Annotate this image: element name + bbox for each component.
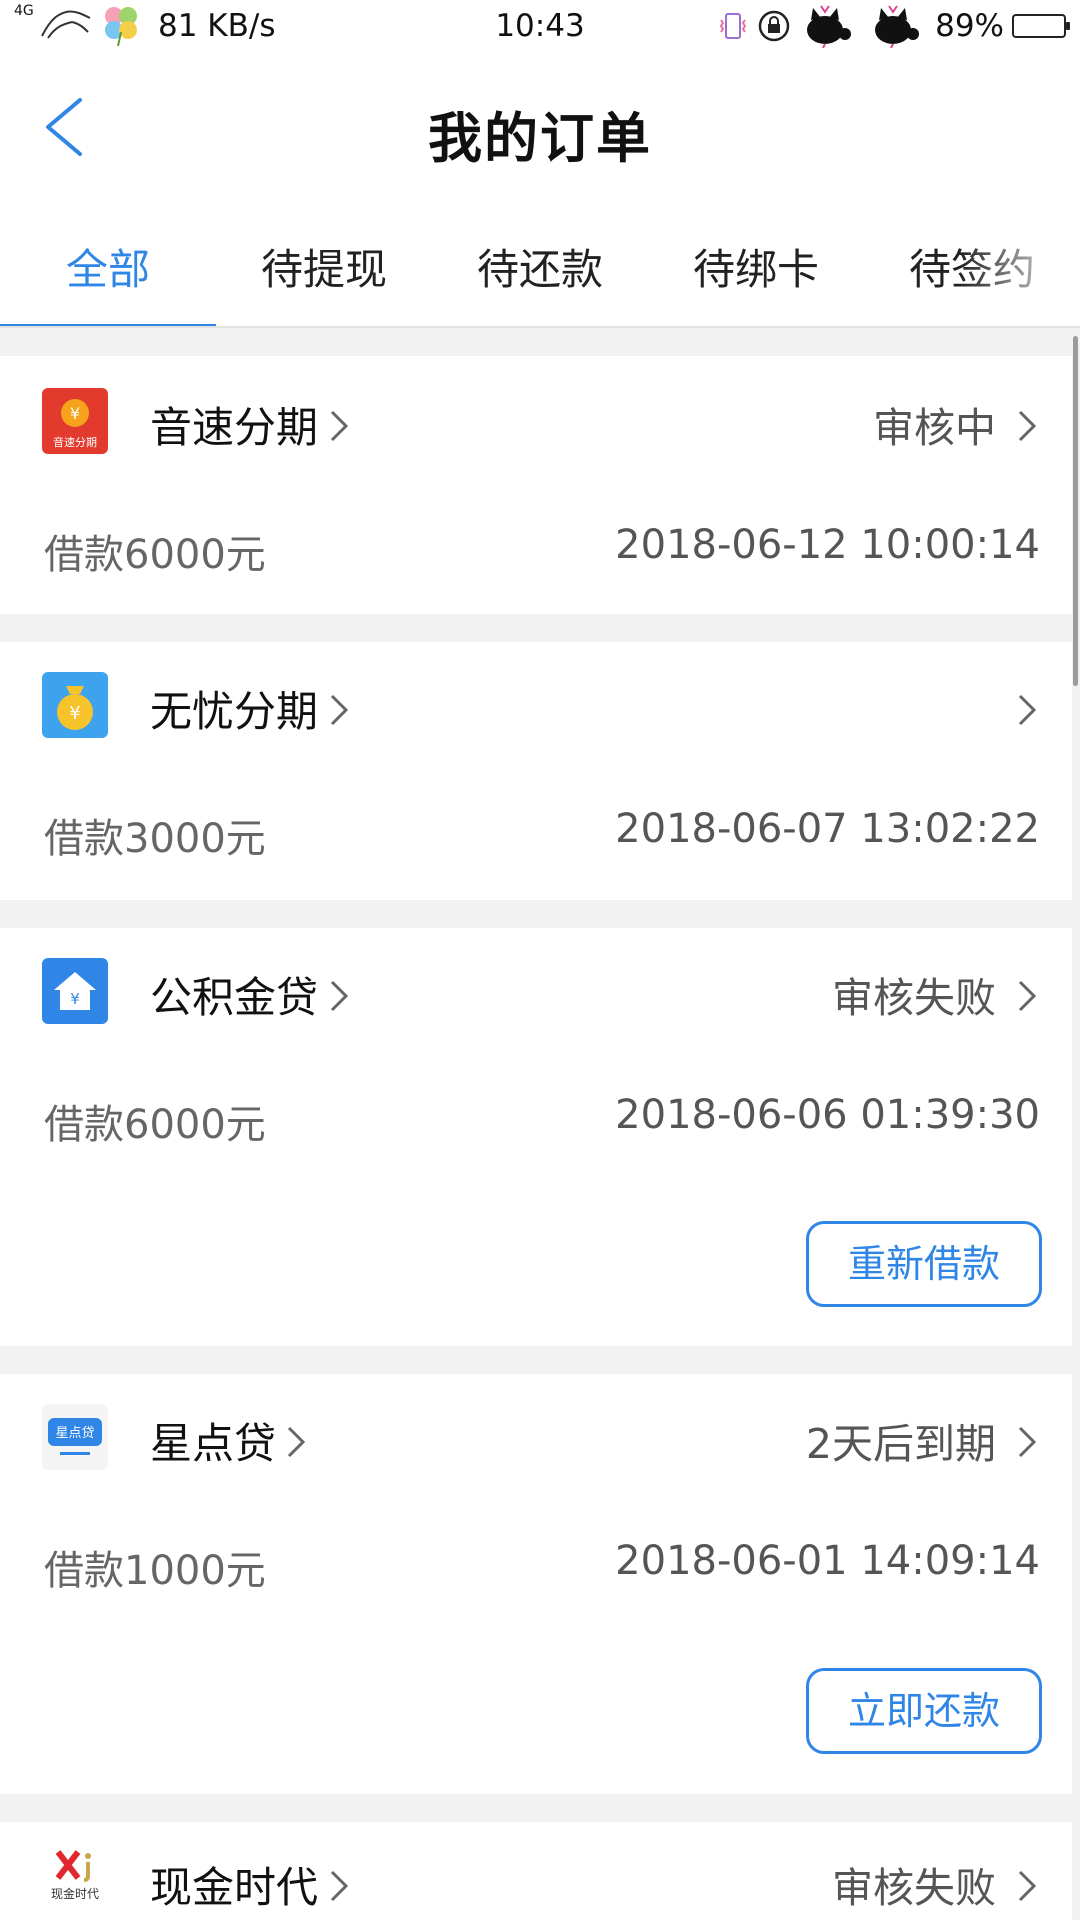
status-icons: 89% bbox=[717, 5, 1070, 48]
yinsu-logo-icon: ¥ 音速分期 bbox=[53, 399, 97, 449]
order-date: 2018-06-12 10:00:14 bbox=[615, 522, 1040, 568]
order-date: 2018-06-06 01:39:30 bbox=[615, 1092, 1040, 1138]
order-app-name: 星点贷 bbox=[150, 1419, 277, 1468]
chevron-right-icon bbox=[330, 980, 349, 1012]
page-title: 我的订单 bbox=[428, 107, 652, 170]
order-amount: 借款1000元 bbox=[44, 1548, 266, 1594]
order-card[interactable]: 星点贷 星点贷 2天后到期 借款1000元 2018-06-01 14:09:1… bbox=[0, 1374, 1072, 1794]
tab-fade-overlay bbox=[960, 202, 1080, 326]
cat-sticker-icon bbox=[875, 5, 920, 48]
chevron-right-icon bbox=[1018, 980, 1037, 1012]
tab-pending-bind-card[interactable]: 待绑卡 bbox=[648, 236, 864, 297]
order-app-name: 现金时代 bbox=[150, 1863, 319, 1912]
tab-all[interactable]: 全部 bbox=[0, 236, 216, 297]
tab-pending-repay[interactable]: 待还款 bbox=[432, 236, 648, 297]
order-amount: 借款3000元 bbox=[44, 816, 266, 862]
chevron-right-icon bbox=[1018, 1426, 1037, 1458]
cat-sticker-icon bbox=[807, 5, 852, 48]
svg-text:¥: ¥ bbox=[70, 990, 80, 1008]
chevron-right-icon bbox=[1018, 1870, 1037, 1902]
chevron-right-icon bbox=[287, 1426, 306, 1458]
xingdian-app-icon: 星点贷 bbox=[42, 1404, 108, 1470]
chevron-right-icon bbox=[330, 1870, 349, 1902]
battery-icon bbox=[1012, 14, 1070, 38]
order-app-name: 音速分期 bbox=[150, 403, 319, 452]
svg-text:¥: ¥ bbox=[70, 404, 80, 423]
xianjin-app-icon: 现金时代 bbox=[42, 1846, 108, 1912]
reapply-loan-button[interactable]: 重新借款 bbox=[806, 1221, 1042, 1307]
chevron-right-icon bbox=[330, 694, 349, 726]
chevron-right-icon bbox=[330, 410, 349, 442]
status-bar: 4G 81 KB/s 10:43 89% bbox=[0, 0, 1080, 52]
order-app-name: 公积金贷 bbox=[150, 973, 319, 1022]
order-date: 2018-06-01 14:09:14 bbox=[615, 1538, 1040, 1584]
tab-active-indicator bbox=[0, 324, 216, 326]
xianjin-logo-icon: 现金时代 bbox=[51, 1850, 99, 1901]
battery-percent: 89% bbox=[935, 8, 1004, 44]
svg-text:音速分期: 音速分期 bbox=[53, 435, 97, 449]
order-status: 审核失败 bbox=[832, 974, 996, 1022]
order-app-name: 无忧分期 bbox=[150, 687, 319, 736]
order-card[interactable]: ¥ 公积金贷 审核失败 借款6000元 2018-06-06 01:39:30 … bbox=[0, 928, 1072, 1346]
tab-bar: 全部 待提现 待还款 待绑卡 待签约 bbox=[0, 202, 1080, 328]
svg-text:¥: ¥ bbox=[69, 703, 80, 724]
rotation-lock-icon bbox=[758, 10, 790, 42]
order-status: 审核失败 bbox=[832, 1864, 996, 1912]
house-icon: ¥ bbox=[54, 972, 96, 1010]
wuyou-app-icon: ¥ bbox=[42, 672, 108, 738]
repay-now-button[interactable]: 立即还款 bbox=[806, 1668, 1042, 1754]
order-card[interactable]: ¥ 音速分期 音速分期 审核中 借款6000元 2018-06-12 10:00… bbox=[0, 356, 1072, 614]
xingdian-logo-icon: 星点贷 bbox=[48, 1418, 102, 1455]
order-amount: 借款6000元 bbox=[44, 532, 266, 578]
scrollbar[interactable] bbox=[1073, 336, 1078, 686]
order-card[interactable]: ¥ 无忧分期 借款3000元 2018-06-07 13:02:22 bbox=[0, 642, 1072, 900]
tab-pending-withdraw[interactable]: 待提现 bbox=[216, 236, 432, 297]
svg-text:星点贷: 星点贷 bbox=[55, 1426, 94, 1441]
house-app-icon: ¥ bbox=[42, 958, 108, 1024]
order-card[interactable]: 现金时代 现金时代 审核失败 bbox=[0, 1822, 1072, 1920]
order-status: 审核中 bbox=[873, 404, 996, 452]
yinsu-app-icon: ¥ 音速分期 bbox=[42, 388, 108, 454]
chevron-right-icon bbox=[1018, 410, 1037, 442]
chevron-right-icon bbox=[1018, 694, 1037, 726]
svg-text:现金时代: 现金时代 bbox=[51, 1886, 99, 1901]
order-date: 2018-06-07 13:02:22 bbox=[615, 806, 1040, 852]
vibrate-icon bbox=[719, 13, 747, 39]
order-status: 2天后到期 bbox=[805, 1420, 996, 1468]
app-header: 我的订单 bbox=[0, 52, 1080, 202]
money-bag-icon: ¥ bbox=[57, 686, 93, 730]
order-amount: 借款6000元 bbox=[44, 1102, 266, 1148]
